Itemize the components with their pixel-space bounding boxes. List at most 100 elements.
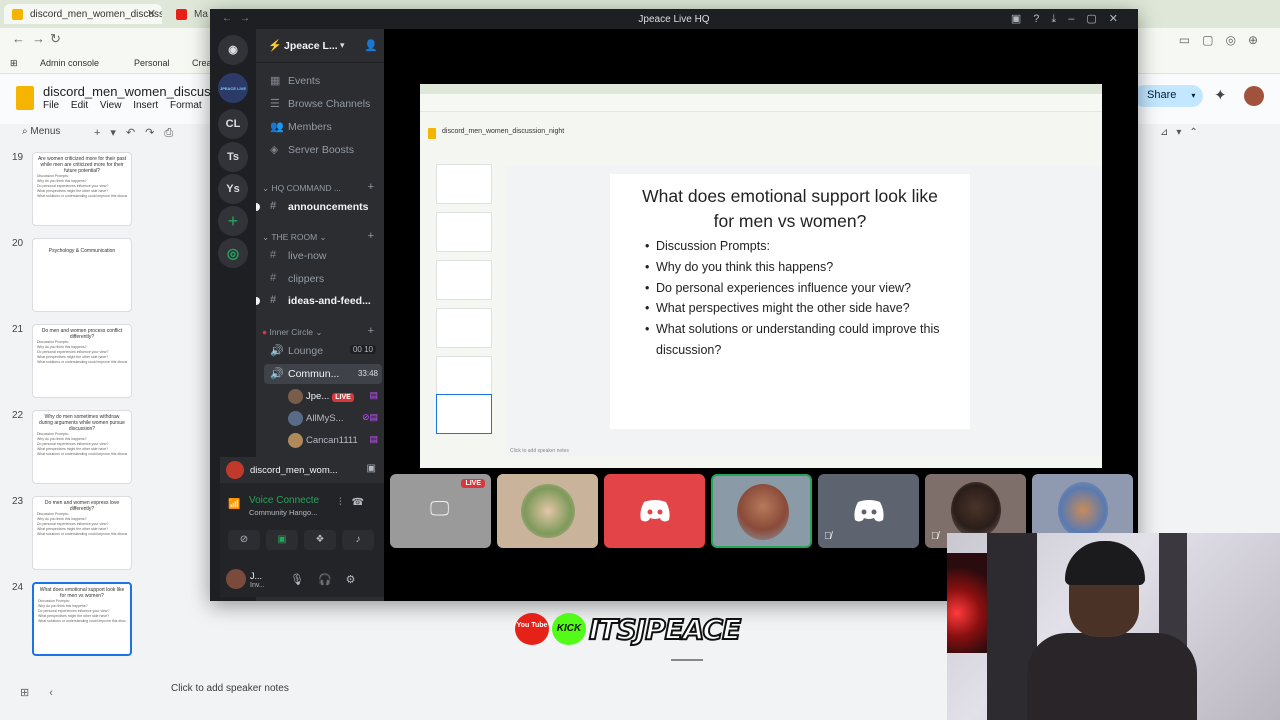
channel-clippers[interactable]: # clippers [264, 269, 382, 289]
browser-tab-active[interactable]: discord_men_women_discussion ✕ [4, 4, 162, 24]
server-icon-ys[interactable]: Ys [218, 174, 248, 204]
server-header[interactable]: ⚡ Jpeace L... ▾ 👤 [256, 29, 384, 63]
reload-icon[interactable]: ↻ [50, 31, 61, 47]
channel-ideas-and-feedback[interactable]: # ideas-and-feed... [264, 291, 382, 311]
browser-tab-title: discord_men_women_discussion [30, 9, 162, 20]
add-channel-icon[interactable]: + [368, 181, 374, 193]
nav-members[interactable]: 👥 Members [264, 117, 382, 137]
server-icon-ts[interactable]: Ts [218, 142, 248, 172]
bookmark-crea[interactable]: Crea [192, 58, 212, 68]
toolbar-right-icons[interactable]: ⊿▾⌃ [1160, 127, 1206, 138]
menu-file[interactable]: File [43, 100, 59, 111]
add-channel-icon[interactable]: + [368, 230, 374, 242]
thumbnail-lines: Discussion Prompts: Why do you think this… [38, 599, 126, 623]
activities-icon[interactable]: ❖ [304, 530, 336, 550]
mic-headset-settings-icons[interactable]: 🎙🎧⚙ [290, 573, 370, 586]
soundboard-icon[interactable]: ♪ [342, 530, 374, 550]
voice-channel-lounge[interactable]: 🔊 Lounge 00 10 [264, 341, 382, 361]
slide-thumbnail[interactable]: Psychology & Communication [32, 238, 132, 312]
account-avatar[interactable] [1244, 86, 1264, 106]
person-body [1027, 633, 1197, 720]
nav-events[interactable]: ▦ Events [264, 71, 382, 91]
avatar [1058, 482, 1108, 538]
thumbnail-title: Why do men sometimes withdraw during arg… [39, 414, 125, 432]
voice-user[interactable]: Jpe... LIVE ▤ [284, 386, 382, 406]
tile-participant[interactable]: 🎙̸ [818, 474, 919, 548]
menu-format[interactable]: Format [170, 100, 202, 111]
window-controls-icon[interactable]: ▣?⤓–▢✕ [1011, 12, 1130, 26]
nav-server-boosts[interactable]: ◈ Server Boosts [264, 140, 382, 160]
channel-announcements[interactable]: # announcements [264, 197, 382, 217]
discord-window-title: Jpeace Live HQ [638, 14, 710, 25]
slides-menubar: File Edit View Insert Format S [43, 100, 229, 111]
bookmark-personal[interactable]: Personal [134, 58, 170, 68]
red-circle-icon: ● [262, 327, 270, 337]
nav-browse-channels[interactable]: ☰ Browse Channels [264, 94, 382, 114]
hash-icon: # [270, 249, 277, 261]
voice-channel-community[interactable]: 🔊 Commun... 33:48 [264, 364, 382, 384]
slide-number: 19 [12, 152, 24, 163]
voice-user[interactable]: Cancan1111 ▤ [284, 430, 382, 450]
voice-channel-name[interactable]: Community Hango... [249, 508, 317, 517]
tile-participant[interactable] [497, 474, 598, 548]
slide-thumbnail[interactable]: Why do men sometimes withdraw during arg… [32, 410, 132, 484]
close-tab-icon[interactable]: ✕ [147, 7, 156, 20]
menu-view[interactable]: View [100, 100, 122, 111]
slide-thumbnail[interactable]: Are women criticized more for their past… [32, 152, 132, 226]
browser-extension-icons[interactable]: ▭▢◎⊕ [1179, 33, 1270, 47]
discord-home-icon[interactable]: ◉ [218, 35, 248, 65]
invite-people-icon[interactable]: 👤 [364, 39, 378, 52]
server-icon-cl[interactable]: CL [218, 109, 248, 139]
slides-toolbar-icons[interactable]: +▾↶↷⎙ [94, 126, 183, 140]
slides-logo-icon[interactable] [16, 86, 34, 110]
screen-share-icon[interactable]: ▣ [266, 530, 298, 550]
slide-thumbnail[interactable]: Do men and women process conflict differ… [32, 324, 132, 398]
hash-icon: # [270, 200, 277, 212]
document-title[interactable]: discord_men_women_discussio [43, 84, 213, 99]
add-server-icon[interactable]: + [218, 206, 248, 236]
stream-doc-title: discord_men_women_discussion_night [442, 128, 565, 135]
slide-bullet: What perspectives might the other side h… [645, 298, 955, 319]
calendar-icon: ▦ [270, 75, 281, 87]
tile-participant[interactable] [604, 474, 705, 548]
category-the-room[interactable]: ⌄ THE ROOM ⌄ + [262, 230, 382, 243]
forward-icon[interactable]: → [32, 31, 45, 46]
tile-screen-share[interactable]: 🖵 LIVE [390, 474, 491, 548]
webcam-feed [947, 533, 1280, 720]
slide-thumbnail-selected[interactable]: What does emotional support look like fo… [32, 582, 132, 656]
explore-icon[interactable]: ◎ [218, 238, 248, 268]
video-off-icon[interactable]: ⊘ [228, 530, 260, 550]
tile-participant-speaking[interactable] [711, 474, 812, 548]
category-inner-circle[interactable]: ● Inner Circle ⌄ + [262, 325, 382, 338]
stream-thumbnail [436, 164, 492, 204]
avatar [226, 569, 246, 589]
menu-edit[interactable]: Edit [71, 100, 88, 111]
add-channel-icon[interactable]: + [368, 325, 374, 337]
apps-icon[interactable]: ⊞ [10, 58, 18, 69]
speaker-notes-placeholder[interactable]: Click to add speaker notes [171, 683, 289, 694]
bookmark-admin-console[interactable]: Admin console [40, 58, 99, 68]
slide-bullet: Discussion Prompts: [645, 236, 955, 257]
stream-thumbnail [436, 308, 492, 348]
noise-disconnect-icons[interactable]: ⫶☎ [339, 497, 374, 508]
back-icon[interactable]: ← [12, 31, 25, 46]
slide-thumbnail[interactable]: Do men and women express love differentl… [32, 496, 132, 570]
current-user[interactable]: J... Inv... 🎙🎧⚙ [220, 561, 384, 597]
screen-share-stream[interactable]: discord_men_women_discussion_night What … [420, 84, 1102, 468]
voice-timer: 33:48 [357, 369, 378, 378]
discord-logo-icon [640, 500, 670, 522]
menus-search[interactable]: ⌕ Menus [22, 126, 60, 137]
popout-icon[interactable]: ▣ [367, 463, 376, 474]
channel-live-now[interactable]: # live-now [264, 246, 382, 266]
voice-user[interactable]: AllMyS... ⊘▤ [284, 408, 382, 428]
category-hq-command[interactable]: ⌄ HQ COMMAND ... + [262, 181, 382, 194]
discord-logo-icon [854, 500, 884, 522]
share-button[interactable]: Share ▾ [1133, 85, 1203, 107]
menu-insert[interactable]: Insert [133, 100, 158, 111]
gemini-icon[interactable]: ✦ [1214, 86, 1227, 104]
filmstrip-controls[interactable]: ⊞‹ [20, 686, 73, 699]
browser-tab-other[interactable]: Ma [168, 4, 208, 24]
server-icon-jpeace[interactable]: JPEACE LIVE HQ [218, 73, 248, 122]
active-call-server[interactable]: discord_men_wom... ▣ [220, 457, 384, 483]
thumbnail-lines: Discussion Prompts: Why do you think this… [37, 432, 127, 456]
